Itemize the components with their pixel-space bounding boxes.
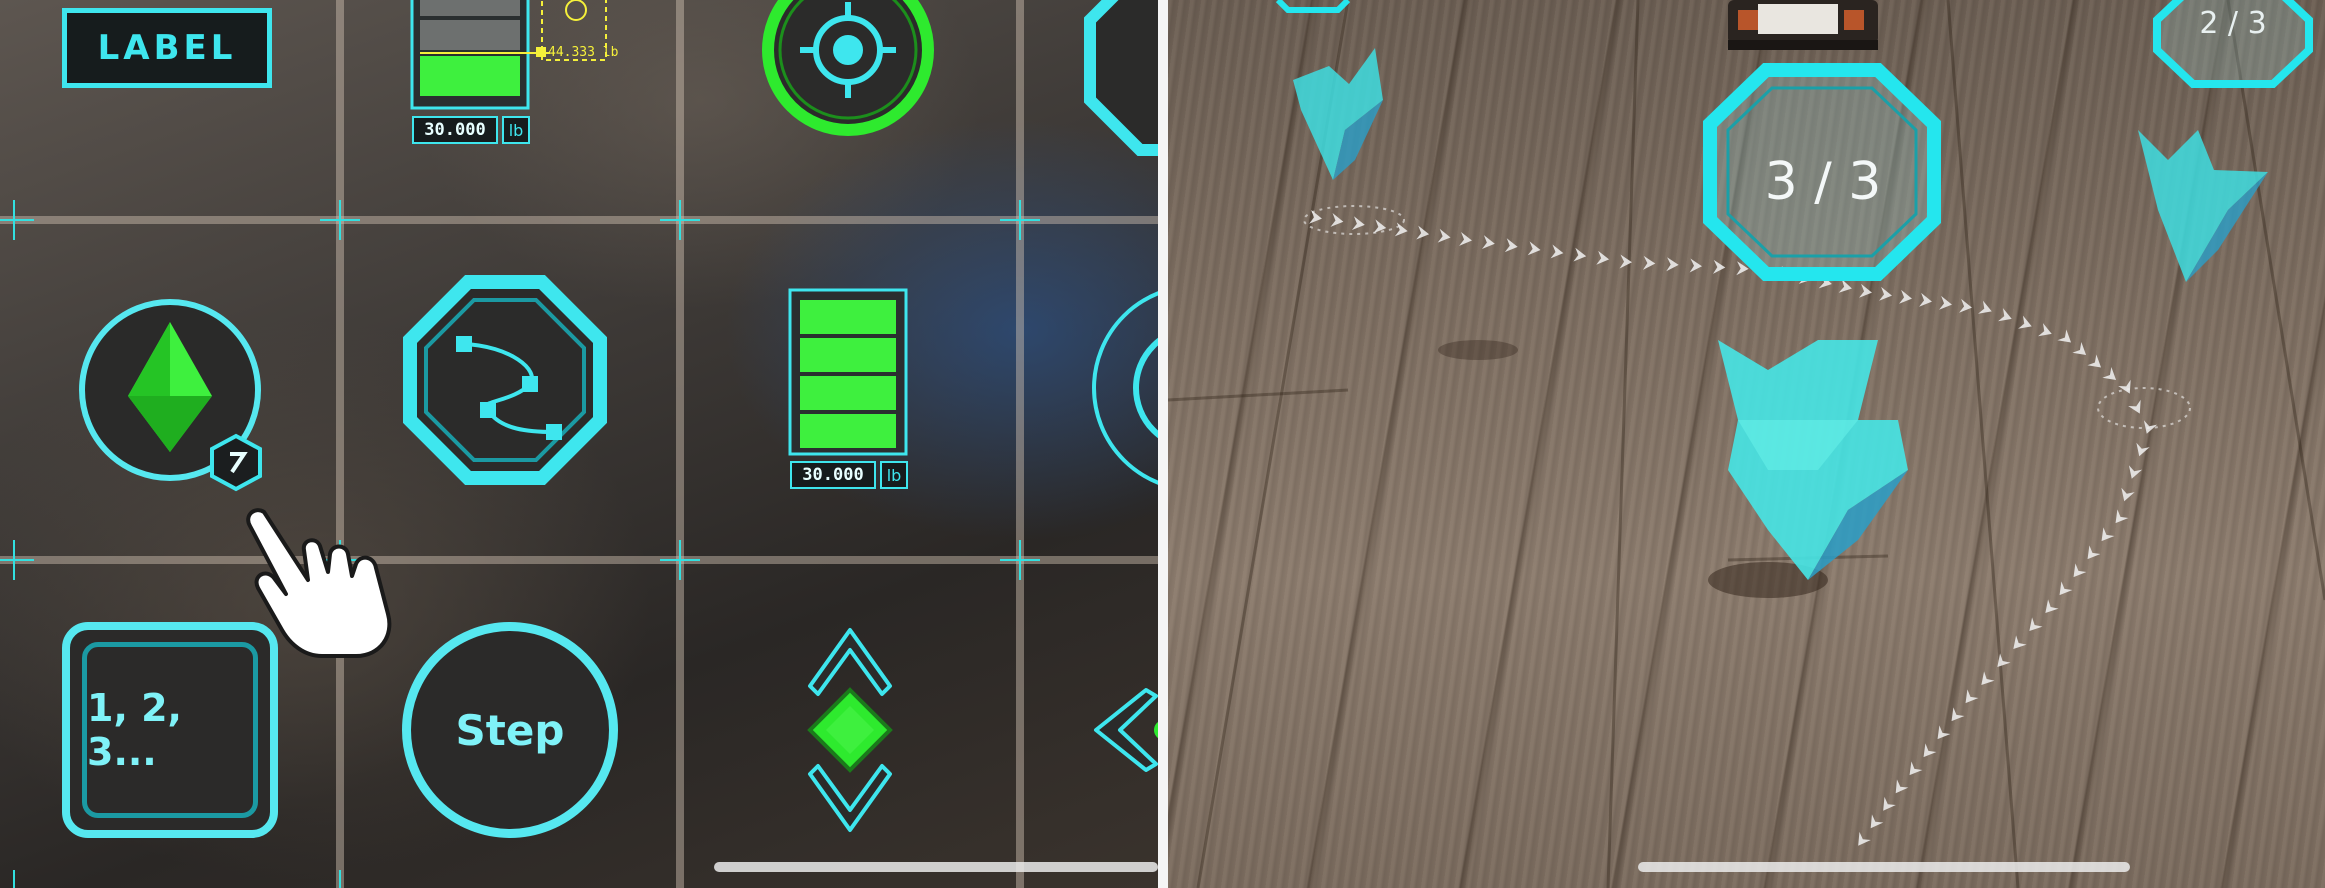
path-chevron bbox=[1416, 225, 1431, 242]
crosshair-target-widget[interactable] bbox=[748, 0, 948, 150]
path-chevron bbox=[2082, 545, 2101, 564]
path-chevron bbox=[2118, 379, 2137, 397]
path-chevron bbox=[1978, 300, 1995, 318]
count-sequence-label: 1, 2, 3... bbox=[82, 642, 258, 818]
grid-cross-marker bbox=[1000, 540, 1040, 580]
grid-line bbox=[676, 0, 684, 888]
path-chevron bbox=[1459, 231, 1473, 248]
split-divider bbox=[1158, 0, 1168, 888]
grid-cross-marker bbox=[0, 540, 34, 580]
waypoint-marker-icon bbox=[1293, 48, 1383, 180]
grid-cross-marker bbox=[320, 870, 360, 888]
grid-line bbox=[1016, 0, 1024, 888]
path-chevron bbox=[2102, 367, 2121, 386]
path-chevron bbox=[1504, 238, 1519, 254]
path-chevron bbox=[2008, 635, 2027, 654]
grid-line bbox=[0, 216, 1158, 224]
path-chevron bbox=[2128, 399, 2147, 417]
battery-gauge-widget[interactable] bbox=[786, 286, 926, 476]
home-indicator[interactable] bbox=[1638, 862, 2130, 872]
path-chevron bbox=[1573, 247, 1588, 264]
grid-line bbox=[336, 0, 344, 888]
path-chevron bbox=[1309, 209, 1323, 226]
diamond-marker-widget[interactable] bbox=[70, 286, 290, 506]
path-chevron bbox=[1864, 814, 1884, 833]
height-adjust-control[interactable] bbox=[796, 620, 906, 850]
path-chevron bbox=[1889, 779, 1909, 798]
path-chevron bbox=[1481, 235, 1496, 251]
path-chevron bbox=[1960, 689, 1979, 708]
path-chevron bbox=[1932, 725, 1951, 744]
path-chevron bbox=[1351, 216, 1366, 232]
path-chevron bbox=[1918, 743, 1937, 762]
path-chevron bbox=[1959, 298, 1973, 315]
up-chevron-icon bbox=[808, 628, 892, 696]
label-widget-button[interactable]: LABEL bbox=[62, 8, 272, 88]
circle-widget-partial[interactable] bbox=[1086, 280, 1158, 500]
grid-cross-marker bbox=[660, 200, 700, 240]
waypoint-counter-text-far: 2 / 3 bbox=[2199, 6, 2267, 41]
unit-field-mid: lb bbox=[880, 461, 908, 489]
grid-cross-marker bbox=[0, 870, 34, 888]
path-chevron bbox=[1437, 228, 1452, 245]
path-chevron bbox=[2110, 509, 2129, 528]
grid-cross-marker bbox=[0, 200, 34, 240]
path-chevron bbox=[2132, 442, 2150, 459]
home-indicator[interactable] bbox=[714, 862, 1158, 872]
path-chevron bbox=[1904, 761, 1923, 780]
path-chevron bbox=[1946, 707, 1965, 726]
path-chevron bbox=[2057, 329, 2076, 348]
value-field-mid[interactable]: 30.000 bbox=[790, 461, 876, 489]
path-chevron bbox=[2125, 465, 2143, 482]
path-chevron bbox=[1394, 222, 1409, 239]
path-chevron bbox=[2024, 617, 2043, 636]
path-chevron bbox=[1992, 653, 2011, 672]
weight-readout-label: 44.333 lb bbox=[548, 45, 619, 60]
left-arrow-icon[interactable] bbox=[1086, 680, 1158, 790]
grid-cross-marker bbox=[1000, 200, 1040, 240]
path-chevron bbox=[2018, 315, 2035, 333]
path-chevron bbox=[1852, 831, 1871, 850]
path-chevron bbox=[2072, 342, 2091, 361]
path-chevron bbox=[1642, 255, 1656, 271]
path-chevron bbox=[2096, 527, 2115, 546]
path-chevron bbox=[2054, 581, 2073, 600]
path-chevron bbox=[1527, 241, 1542, 257]
path-chevron bbox=[1596, 250, 1611, 267]
ar-camera-view: 3 / 3 2 / 3 bbox=[1168, 0, 2325, 888]
path-chevron bbox=[2068, 563, 2087, 582]
count-sequence-button[interactable]: 1, 2, 3... bbox=[62, 622, 278, 838]
grid-cross-marker bbox=[320, 200, 360, 240]
battery-gauge-icon bbox=[788, 288, 908, 456]
unit-field-top: lb bbox=[502, 116, 530, 144]
path-chevron bbox=[1976, 671, 1995, 690]
path-chevron bbox=[1330, 213, 1345, 229]
path-chevron bbox=[1619, 254, 1633, 270]
widget-palette-panel: LABEL 44.333 lb 30.000 lb 30.000 lb 1, 2… bbox=[0, 0, 1158, 888]
path-chevron bbox=[2038, 323, 2055, 341]
path-chevron bbox=[2087, 354, 2106, 373]
octagon-widget-partial[interactable] bbox=[1080, 0, 1158, 160]
path-curve-widget[interactable] bbox=[390, 270, 630, 510]
path-chevron bbox=[2040, 599, 2059, 618]
waypoint-marker-icon bbox=[2138, 130, 2268, 282]
step-button[interactable]: Step bbox=[402, 622, 618, 838]
waypoint-badge-partial bbox=[1275, 0, 1351, 13]
value-field-top[interactable]: 30.000 bbox=[412, 116, 498, 144]
path-chevron bbox=[2117, 487, 2135, 504]
path-chevron bbox=[1550, 244, 1565, 261]
waypoint-marker-icon bbox=[1718, 340, 1908, 580]
waypoint-counter-text: 3 / 3 bbox=[1764, 152, 1882, 212]
down-chevron-icon bbox=[808, 764, 892, 832]
path-chevron bbox=[1998, 308, 2015, 326]
grid-cross-marker bbox=[660, 540, 700, 580]
path-chevron bbox=[1877, 796, 1896, 815]
grid-line bbox=[0, 556, 1158, 564]
